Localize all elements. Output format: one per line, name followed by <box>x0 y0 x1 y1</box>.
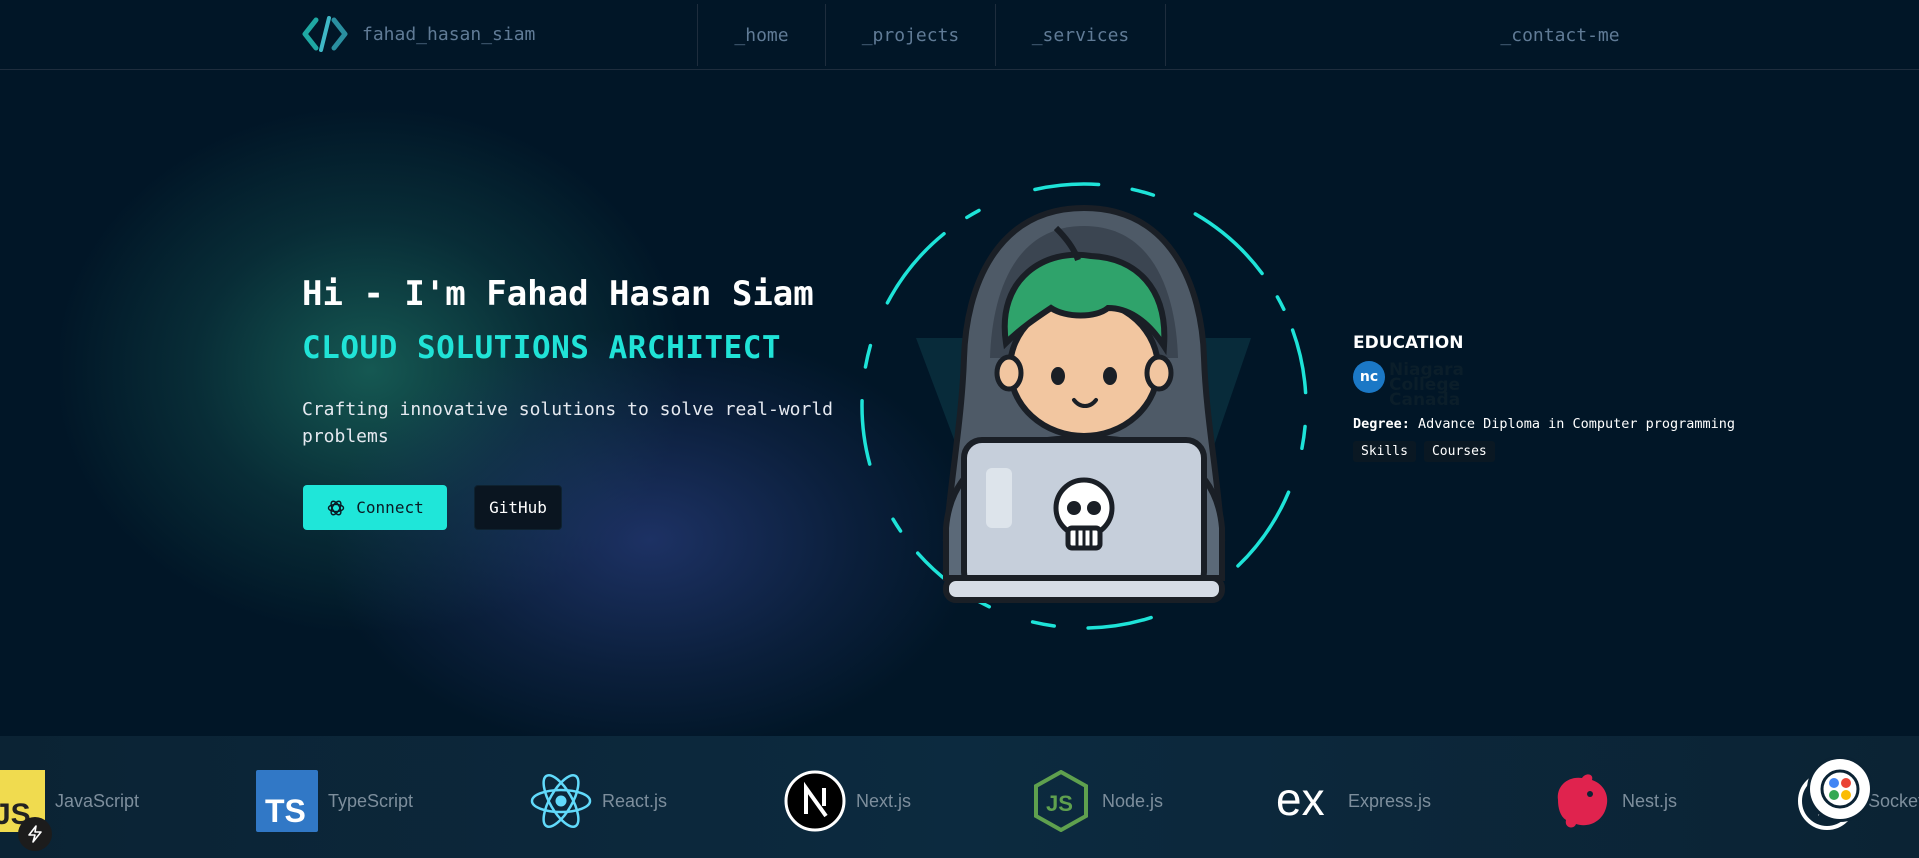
github-button-label: GitHub <box>489 498 547 517</box>
openai-knot-icon <box>328 500 345 515</box>
tech-label: Socket <box>1868 790 1919 811</box>
nav-services[interactable]: _services <box>995 4 1166 66</box>
degree-label: Degree: <box>1353 416 1410 432</box>
lightning-icon <box>28 825 42 843</box>
education-section: EDUCATION nc Niagara College Canada Degr… <box>1353 333 1833 462</box>
widget-logo-icon <box>1820 769 1860 809</box>
tech-stack-marquee: JS JavaScript TS TypeScript React.js Nex… <box>0 736 1919 858</box>
degree-value: Advance Diploma in Computer programming <box>1418 416 1736 432</box>
hacker-avatar-illustration <box>846 168 1322 644</box>
tech-label: JavaScript <box>55 790 140 811</box>
nav-projects[interactable]: _projects <box>825 4 995 66</box>
svg-text:JS: JS <box>1046 791 1073 816</box>
background-glow-green <box>60 110 680 630</box>
logo-line-3: Canada <box>1389 390 1461 410</box>
tech-item-nextjs: Next.js <box>784 770 911 832</box>
typescript-icon: TS <box>256 770 318 832</box>
tech-item-express: ex Express.js <box>1276 770 1431 832</box>
express-icon: ex <box>1276 770 1338 832</box>
tech-item-nodejs: JS Node.js <box>1030 770 1163 832</box>
svg-text:ex: ex <box>1276 773 1325 825</box>
education-tabs: Skills Courses <box>1353 441 1833 462</box>
github-button[interactable]: GitHub <box>474 485 562 530</box>
nav-home[interactable]: _home <box>697 4 825 66</box>
brand-name: fahad_hasan_siam <box>362 23 536 45</box>
tech-label: Nest.js <box>1622 790 1678 811</box>
tech-label: Node.js <box>1102 790 1164 811</box>
chat-widget-button[interactable] <box>1810 759 1870 819</box>
tab-skills[interactable]: Skills <box>1353 441 1416 462</box>
tech-label: React.js <box>602 790 668 811</box>
nodejs-icon: JS <box>1030 770 1092 832</box>
connect-button[interactable]: Connect <box>303 485 447 530</box>
nestjs-icon <box>1550 770 1612 832</box>
education-title: EDUCATION <box>1353 333 1464 353</box>
degree-text: Degree: Advance Diploma in Computer prog… <box>1353 416 1833 432</box>
code-brackets-logo-icon <box>302 16 348 52</box>
tech-label: TypeScript <box>328 790 414 811</box>
tech-label: Next.js <box>856 790 912 811</box>
hero-role: CLOUD SOLUTIONS ARCHITECT <box>302 330 782 366</box>
nav-contact-me[interactable]: _contact-me <box>1480 4 1640 66</box>
tab-courses[interactable]: Courses <box>1423 441 1495 462</box>
react-icon <box>530 770 592 832</box>
nextjs-icon <box>784 770 846 832</box>
connect-button-label: Connect <box>356 498 424 517</box>
tech-item-nestjs: Nest.js <box>1550 770 1677 832</box>
brand[interactable]: fahad_hasan_siam <box>302 14 535 54</box>
nc-logo-icon: nc <box>1353 361 1385 393</box>
tech-item-typescript: TS TypeScript <box>256 770 413 832</box>
niagara-college-logo: nc Niagara College Canada <box>1353 361 1833 417</box>
bolt-action-button[interactable] <box>18 817 52 851</box>
top-navigation: fahad_hasan_siam _home _projects _servic… <box>0 0 1919 70</box>
hero-title: Hi - I'm Fahad Hasan Siam <box>302 274 814 314</box>
tech-item-react: React.js <box>530 770 667 832</box>
hero-description: Crafting innovative solutions to solve r… <box>302 399 834 447</box>
tech-label: Express.js <box>1348 790 1432 811</box>
svg-text:TS: TS <box>265 793 306 829</box>
